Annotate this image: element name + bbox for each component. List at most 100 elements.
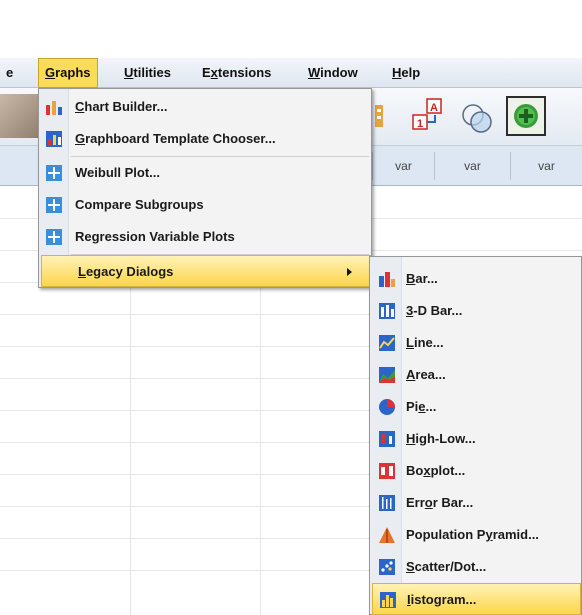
mnemonic: B — [406, 271, 416, 286]
mnemonic: S — [406, 559, 415, 574]
graphboard-icon — [46, 131, 62, 147]
pie-chart-icon — [379, 399, 395, 415]
menu-extensions-pre: E — [202, 65, 211, 80]
submenu-arrow-icon — [347, 268, 352, 276]
error-bar-label: Error Bar... — [406, 487, 473, 519]
label-rest: rea... — [415, 367, 446, 382]
graphboard-label: Graphboard Template Chooser... — [75, 123, 276, 155]
histogram-label: Iistogram... — [407, 584, 476, 615]
compare-subgroups-label: Compare Subgroups — [75, 197, 204, 212]
label-rest: plot... — [430, 463, 466, 478]
menu-item-regression-variable-plots[interactable]: Regression Variable Plots — [41, 221, 371, 253]
menu-bar: e Graphs Utilities Extensions Window Hel… — [0, 58, 582, 88]
submenu-item-3d-bar[interactable]: 3-D Bar... — [372, 295, 581, 327]
histogram-icon — [380, 592, 396, 608]
3d-bar-icon — [379, 303, 395, 319]
menu-extensions-label: tensions — [217, 65, 272, 80]
svg-text:A: A — [430, 102, 438, 114]
label-rest: hart Builder... — [84, 99, 168, 114]
label-rest: r Bar... — [432, 495, 474, 510]
menu-item-weibull-plot[interactable]: Weibull Plot... — [41, 157, 371, 189]
column-header[interactable]: var — [372, 152, 434, 180]
chart-builder-label: Chart Builder... — [75, 91, 167, 123]
submenu-item-high-low[interactable]: High-Low... — [372, 423, 581, 455]
bar-label: Bar... — [406, 263, 438, 295]
high-low-label: High-Low... — [406, 423, 476, 455]
legacy-dialogs-submenu: Bar... 3-D Bar... Line... Area... Pie...… — [369, 256, 582, 615]
menu-item-chart-builder[interactable]: Chart Builder... — [41, 91, 371, 123]
boxplot-label: Boxplot... — [406, 455, 465, 487]
weibull-plot-icon — [46, 165, 62, 181]
regression-variable-plots-label: Regression Variable Plots — [75, 229, 235, 244]
menu-item-graphboard-template-chooser[interactable]: Graphboard Template Chooser... — [41, 123, 371, 155]
menu-help[interactable]: Help — [386, 58, 426, 88]
area-chart-icon — [379, 367, 395, 383]
compare-subgroups-icon — [46, 197, 62, 213]
add-ons-icon[interactable] — [506, 96, 546, 136]
value-labels-icon[interactable]: A 1 — [408, 96, 448, 136]
scatter-dot-label: Scatter/Dot... — [406, 551, 486, 583]
label-rest: istogram... — [410, 592, 477, 607]
menu-graphs[interactable]: Graphs — [38, 58, 98, 88]
svg-text:1: 1 — [417, 118, 423, 130]
menu-help-label: elp — [401, 65, 421, 80]
label-pre: Population P — [406, 527, 486, 542]
submenu-item-boxplot[interactable]: Boxplot... — [372, 455, 581, 487]
pie-label: Pie... — [406, 391, 436, 423]
submenu-item-error-bar[interactable]: Error Bar... — [372, 487, 581, 519]
label-rest: igh-Low... — [415, 431, 476, 446]
submenu-item-population-pyramid[interactable]: Population Pyramid... — [372, 519, 581, 551]
label-rest: ramid... — [492, 527, 539, 542]
use-variable-sets-icon[interactable] — [456, 96, 496, 136]
toolbar-split-icon[interactable] — [372, 96, 412, 136]
menu-partial-item[interactable]: e — [0, 58, 19, 88]
submenu-item-line[interactable]: Line... — [372, 327, 581, 359]
label-rest: egacy Dialogs — [85, 264, 174, 279]
submenu-item-bar[interactable]: Bar... — [372, 263, 581, 295]
column-header-label: var — [395, 159, 412, 173]
column-header[interactable]: var — [510, 152, 582, 180]
label-rest: ar... — [415, 271, 438, 286]
label-rest: ... — [425, 399, 437, 414]
label-rest: raphboard Template Chooser... — [85, 131, 276, 146]
weibull-plot-label: Weibull Plot... — [75, 165, 160, 180]
label-rest: ine... — [413, 335, 444, 350]
mnemonic: G — [75, 131, 86, 146]
menu-window-mnemonic: W — [308, 65, 321, 80]
area-label: Area... — [406, 359, 446, 391]
mnemonic: y — [485, 527, 493, 542]
label-pre: Bo — [406, 463, 424, 478]
menu-utilities-mnemonic: U — [124, 65, 134, 80]
boxplot-icon — [379, 463, 395, 479]
mnemonic: x — [423, 463, 431, 478]
column-header[interactable]: var — [434, 152, 510, 180]
mnemonic: A — [406, 367, 416, 382]
menu-extensions[interactable]: Extensions — [196, 58, 277, 88]
high-low-icon — [379, 431, 395, 447]
line-chart-icon — [379, 335, 395, 351]
menu-utilities-label: tilities — [133, 65, 171, 80]
3d-bar-label: 3-D Bar... — [406, 295, 462, 327]
mnemonic: H — [406, 431, 416, 446]
menu-window[interactable]: Window — [302, 58, 364, 88]
submenu-item-pie[interactable]: Pie... — [372, 391, 581, 423]
menu-utilities[interactable]: Utilities — [118, 58, 177, 88]
submenu-item-histogram[interactable]: Iistogram... — [372, 583, 581, 615]
population-pyramid-label: Population Pyramid... — [406, 519, 539, 551]
toolbar-open-icon[interactable] — [0, 94, 42, 138]
submenu-item-area[interactable]: Area... — [372, 359, 581, 391]
menu-window-label: indow — [320, 65, 358, 80]
label-rest: catter/Dot... — [414, 559, 487, 574]
column-header-label: var — [464, 159, 481, 173]
mnemonic: C — [75, 99, 85, 114]
menu-partial-label: e — [6, 65, 14, 80]
menu-graphs-mnemonic: G — [45, 65, 56, 80]
menu-item-legacy-dialogs[interactable]: Legacy Dialogs — [41, 255, 371, 287]
menu-item-compare-subgroups[interactable]: Compare Subgroups — [41, 189, 371, 221]
regression-plots-icon — [46, 229, 62, 245]
line-label: Line... — [406, 327, 444, 359]
menu-graphs-label: raphs — [55, 65, 91, 80]
mnemonic: e — [418, 399, 426, 414]
submenu-item-scatter-dot[interactable]: Scatter/Dot... — [372, 551, 581, 583]
scatter-dot-icon — [379, 559, 395, 575]
